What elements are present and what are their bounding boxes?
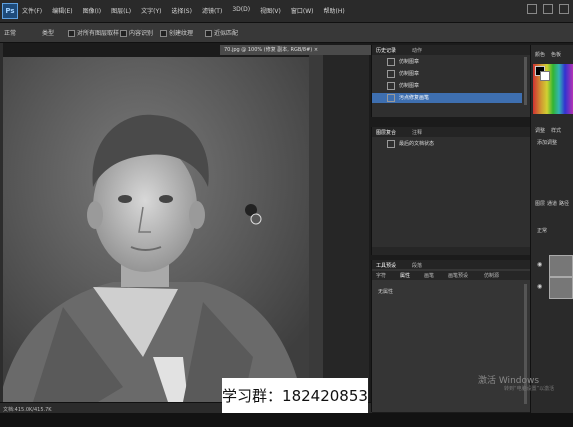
background-color[interactable] xyxy=(540,71,550,81)
history-panel: 历史记录 动作 仿制图章 仿制图章 仿制图章 污点修复画笔 xyxy=(371,45,530,117)
tab-brush[interactable]: 画笔 xyxy=(424,272,434,279)
history-row-label: 仿制图章 xyxy=(399,59,420,65)
last-document-state-label: 最后的文档状态 xyxy=(399,141,435,147)
menu-bar: Ps 文件(F) 编辑(E) 图像(I) 图层(L) 文字(Y) 选择(S) 滤… xyxy=(0,0,573,23)
history-row[interactable]: 仿制图章 xyxy=(372,81,522,91)
tab-paragraph[interactable]: 段落 xyxy=(412,262,422,269)
brush-mode-select[interactable]: 正常 xyxy=(4,28,16,37)
history-row-label: 污点修复画笔 xyxy=(399,95,430,101)
tab-channels[interactable]: 通道 xyxy=(547,200,557,207)
tab-clone-source[interactable]: 仿制源 xyxy=(484,272,499,279)
video-bottom-bar xyxy=(0,413,573,427)
menu-edit[interactable]: 编辑(E) xyxy=(52,6,72,15)
menu-file[interactable]: 文件(F) xyxy=(22,6,42,15)
tab-swatches[interactable]: 色板 xyxy=(551,51,561,58)
menu-filter[interactable]: 滤镜(T) xyxy=(202,6,222,15)
document-tab[interactable]: 70.jpg @ 100% (修复 副本, RGB/8#) × xyxy=(220,45,374,55)
create-texture-label: 创建纹理 xyxy=(169,30,194,37)
tab-layers[interactable]: 图层 xyxy=(535,200,545,207)
tab-paths[interactable]: 路径 xyxy=(559,200,569,207)
doc-state-icon xyxy=(387,139,395,148)
proximity-radio[interactable]: 近似匹配 xyxy=(205,28,238,37)
tab-properties[interactable]: 属性 xyxy=(400,272,410,279)
history-row-label: 仿制图章 xyxy=(399,83,420,89)
history-row-label: 仿制图章 xyxy=(399,71,420,77)
tab-notes[interactable]: 注释 xyxy=(412,129,422,136)
layer-comps-panel: 图层复合 注释 最后的文档状态 xyxy=(371,127,530,255)
minimize-icon[interactable] xyxy=(527,4,537,14)
type-label: 类型 xyxy=(42,30,55,37)
layer-thumbnail[interactable] xyxy=(549,277,573,299)
content-aware-radio[interactable]: 内容识别 xyxy=(120,28,153,37)
close-icon[interactable] xyxy=(559,4,569,14)
menu-image[interactable]: 图像(I) xyxy=(83,6,101,15)
eye-icon[interactable]: ◉ xyxy=(537,283,542,290)
sample-all-label: 对所有图层取样 xyxy=(77,30,120,37)
history-panel-tabs: 历史记录 动作 xyxy=(372,45,530,55)
options-bar: 正常 类型 对所有图层取样 内容识别 创建纹理 近似匹配 xyxy=(0,23,573,43)
sample-all-checkbox[interactable]: 对所有图层取样 xyxy=(68,28,119,37)
foreground-background-swatch[interactable] xyxy=(535,66,550,81)
blend-mode-select[interactable]: 正常 xyxy=(537,227,547,234)
tab-brush-presets[interactable]: 画笔预设 xyxy=(448,272,468,279)
history-row[interactable]: 仿制图章 xyxy=(372,69,522,79)
tab-character[interactable]: 字符 xyxy=(376,272,386,279)
create-texture-radio[interactable]: 创建纹理 xyxy=(160,28,193,37)
maximize-icon[interactable] xyxy=(543,4,553,14)
clone-stamp-icon xyxy=(387,57,395,66)
no-properties-label: 无属性 xyxy=(378,289,394,295)
tool-presets-tab-row: 工具预设 段落 xyxy=(372,260,530,269)
menu-3d[interactable]: 3D(D) xyxy=(232,6,250,15)
tab-actions[interactable]: 动作 xyxy=(412,47,422,54)
content-aware-label: 内容识别 xyxy=(129,30,154,37)
tab-tool-presets[interactable]: 工具预设 xyxy=(376,262,396,269)
menu-select[interactable]: 选择(S) xyxy=(171,6,192,15)
history-row-selected[interactable]: 污点修复画笔 xyxy=(372,93,522,103)
tab-layer-comps[interactable]: 图层复合 xyxy=(376,129,396,136)
menu-help[interactable]: 帮助(H) xyxy=(324,6,345,15)
menu-layer[interactable]: 图层(L) xyxy=(111,6,131,15)
add-adjustment-label: 添加调整 xyxy=(537,140,558,146)
history-row[interactable]: 仿制图章 xyxy=(372,57,522,67)
portrait-photo xyxy=(3,57,309,402)
tab-adjustments[interactable]: 调整 xyxy=(535,127,545,134)
history-scrollbar[interactable] xyxy=(524,57,527,105)
proximity-label: 近似匹配 xyxy=(214,30,239,37)
last-document-state-row[interactable]: 最后的文档状态 xyxy=(372,139,522,149)
properties-tab-row: 字符 属性 画笔 画笔预设 仿制源 xyxy=(372,271,530,280)
tab-color[interactable]: 颜色 xyxy=(535,51,545,58)
document-canvas[interactable] xyxy=(3,57,309,402)
clone-stamp-icon xyxy=(387,81,395,90)
window-controls xyxy=(527,4,569,14)
qq-group-watermark: 学习群：182420853 xyxy=(222,378,368,415)
panel-footer xyxy=(372,247,530,255)
menu-window[interactable]: 窗口(W) xyxy=(291,6,314,15)
clone-stamp-icon xyxy=(387,69,395,78)
eye-icon[interactable]: ◉ xyxy=(537,261,542,268)
tab-styles[interactable]: 样式 xyxy=(551,127,561,134)
tab-history[interactable]: 历史记录 xyxy=(376,47,396,54)
layer-thumbnail[interactable] xyxy=(549,255,573,277)
menu-type[interactable]: 文字(Y) xyxy=(141,6,161,15)
spot-healing-brush-icon xyxy=(387,93,395,102)
menu-list: 文件(F) 编辑(E) 图像(I) 图层(L) 文字(Y) 选择(S) 滤镜(T… xyxy=(22,6,345,15)
layer-comps-tabs: 图层复合 注释 xyxy=(372,127,530,137)
pasteboard-edge xyxy=(309,55,323,402)
doc-size-status: 文档:415.0K/415.7K xyxy=(3,407,52,413)
photoshop-logo: Ps xyxy=(2,3,18,19)
menu-view[interactable]: 视图(V) xyxy=(260,6,281,15)
activate-windows-subtext: 转到“电脑设置”以激活 xyxy=(504,386,555,392)
